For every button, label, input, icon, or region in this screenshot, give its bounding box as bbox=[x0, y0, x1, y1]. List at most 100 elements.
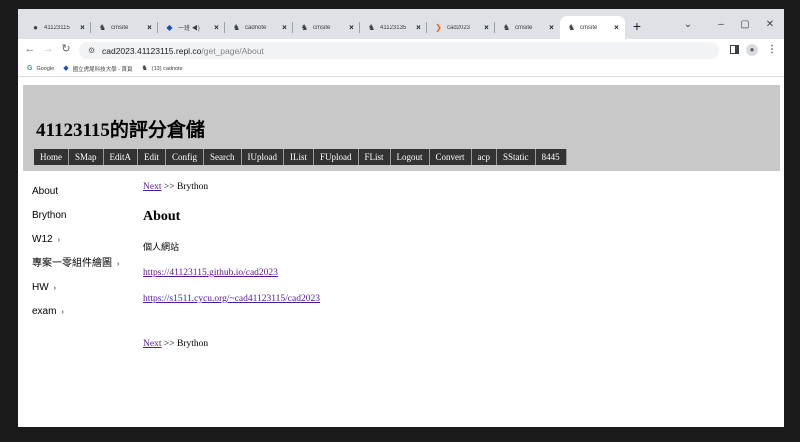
url-path: /get_page/About bbox=[201, 45, 264, 56]
tab-title: cmsite bbox=[580, 24, 598, 31]
browser-toolbar: ← → ↻ ⚙ cad2023.41123115.repl.co /get_pa… bbox=[18, 39, 784, 61]
close-icon[interactable]: × bbox=[482, 23, 491, 32]
tab-strip: ● 41123115 × ♞ cmsite × ◆ 一班 ◀) × ♞ cadn… bbox=[18, 9, 784, 39]
bookmarks-bar: G Google ◆ 國立虎尾科技大學 - 首頁 ♞ (13) cadnote bbox=[18, 61, 784, 77]
profile-avatar-icon[interactable]: ● bbox=[746, 44, 758, 56]
site-header: 41123115的評分倉儲 Home SMap EditA Edit Confi… bbox=[23, 85, 780, 171]
side-panel-icon[interactable] bbox=[730, 45, 739, 54]
tab-title: 41123135 bbox=[380, 24, 407, 31]
restore-icon[interactable]: ▢ bbox=[737, 18, 753, 32]
cms-icon: ♞ bbox=[300, 23, 309, 32]
page-heading: About bbox=[143, 209, 181, 224]
tab-search-icon[interactable]: ⌄ bbox=[680, 18, 696, 32]
menu-sstatic[interactable]: SStatic bbox=[497, 149, 536, 165]
more-menu-icon[interactable]: ⋮ bbox=[767, 43, 777, 56]
close-icon[interactable]: × bbox=[212, 23, 221, 32]
menu-edit[interactable]: Edit bbox=[138, 149, 167, 165]
close-icon[interactable]: × bbox=[414, 23, 423, 32]
menu-flist[interactable]: FList bbox=[358, 149, 391, 165]
chevron-right-icon: › bbox=[61, 309, 64, 316]
sidebar-item-brython[interactable]: Brython bbox=[32, 209, 152, 233]
tab-1[interactable]: ● 41123115 × bbox=[24, 16, 91, 39]
menu-home[interactable]: Home bbox=[34, 149, 69, 165]
bookmark-cadnote[interactable]: ♞ (13) cadnote bbox=[141, 65, 182, 73]
bookmark-school[interactable]: ◆ 國立虎尾科技大學 - 首頁 bbox=[63, 65, 132, 73]
tab-title: 41123115 bbox=[44, 24, 70, 31]
bookmark-label: (13) cadnote bbox=[151, 65, 183, 72]
close-icon[interactable]: × bbox=[280, 23, 289, 32]
page-description: 個人網站 bbox=[143, 243, 180, 253]
tab-6[interactable]: ♞ 41123135 × bbox=[360, 16, 427, 39]
menu-smap[interactable]: SMap bbox=[69, 149, 104, 165]
menu-acp[interactable]: acp bbox=[471, 149, 498, 165]
tab-4[interactable]: ♞ cadnote × bbox=[225, 16, 293, 39]
cms-icon: ♞ bbox=[141, 64, 148, 72]
site-title: 41123115的評分倉儲 bbox=[36, 120, 205, 141]
school-icon: ◆ bbox=[63, 64, 69, 72]
nav-separator: >> bbox=[163, 182, 175, 192]
tab-title: cad2023 bbox=[447, 24, 471, 31]
menu-8445[interactable]: 8445 bbox=[535, 149, 567, 165]
replit-icon: ❯ bbox=[435, 23, 442, 32]
site-menu-bar: Home SMap EditA Edit Config Search IUplo… bbox=[34, 149, 567, 165]
menu-ilist[interactable]: IList bbox=[284, 149, 315, 165]
cms-icon: ♞ bbox=[232, 23, 241, 32]
sidebar-item-label: W12 bbox=[32, 234, 53, 245]
close-icon[interactable]: × bbox=[612, 23, 621, 32]
tab-title: cmsite bbox=[111, 24, 129, 31]
google-icon: G bbox=[27, 64, 33, 72]
chevron-right-icon: › bbox=[57, 237, 60, 244]
sidebar-item-about[interactable]: About bbox=[32, 185, 152, 209]
site-info-icon[interactable]: ⚙ bbox=[88, 46, 97, 55]
sidebar-item-project[interactable]: 專案一零組件繪圖 › bbox=[32, 257, 152, 281]
nav-separator: >> bbox=[163, 339, 175, 349]
minimize-icon[interactable]: – bbox=[713, 18, 729, 32]
cycu-site-link[interactable]: https://s1511.cycu.org/~cad41123115/cad2… bbox=[143, 294, 320, 304]
cms-icon: ♞ bbox=[367, 23, 376, 32]
menu-fupload[interactable]: FUpload bbox=[314, 149, 359, 165]
url-host: cad2023.41123115.repl.co bbox=[102, 45, 202, 56]
sidebar-item-label: Brython bbox=[32, 210, 67, 221]
tab-8[interactable]: ♞ cmsite × bbox=[495, 16, 560, 39]
nav-target: Brython bbox=[176, 182, 209, 192]
sidebar-nav: About Brython W12 › 專案一零組件繪圖 › HW › exam › bbox=[32, 185, 152, 329]
github-pages-link[interactable]: https://41123115.github.io/cad2023 bbox=[143, 268, 278, 278]
new-tab-button[interactable]: + bbox=[630, 18, 644, 34]
tab-5[interactable]: ♞ cmsite × bbox=[293, 16, 360, 39]
sidebar-item-label: HW bbox=[32, 282, 49, 293]
next-link[interactable]: Next bbox=[143, 182, 161, 192]
close-icon[interactable]: × bbox=[145, 23, 154, 32]
bookmark-google[interactable]: G Google bbox=[27, 65, 54, 73]
tab-9-active[interactable]: ♞ cmsite × bbox=[560, 16, 625, 39]
bookmark-label: 國立虎尾科技大學 - 首頁 bbox=[72, 66, 133, 73]
close-icon[interactable]: × bbox=[347, 23, 356, 32]
menu-iupload[interactable]: IUpload bbox=[241, 149, 285, 165]
audio-tab-icon[interactable]: ◀) bbox=[192, 26, 200, 32]
address-bar[interactable]: ⚙ cad2023.41123115.repl.co /get_page/Abo… bbox=[79, 42, 719, 59]
menu-logout[interactable]: Logout bbox=[390, 149, 430, 165]
menu-edita[interactable]: EditA bbox=[103, 149, 139, 165]
reload-icon[interactable]: ↻ bbox=[60, 43, 72, 56]
tab-2[interactable]: ♞ cmsite × bbox=[91, 16, 158, 39]
chevron-right-icon: › bbox=[117, 261, 120, 268]
web-page: 41123115的評分倉儲 Home SMap EditA Edit Confi… bbox=[18, 79, 784, 427]
menu-convert[interactable]: Convert bbox=[429, 149, 472, 165]
tab-3[interactable]: ◆ 一班 ◀) × bbox=[158, 16, 225, 39]
tab-title: 一班 ◀) bbox=[178, 26, 200, 32]
forward-icon[interactable]: → bbox=[42, 43, 54, 56]
close-icon[interactable]: × bbox=[78, 23, 87, 32]
menu-search[interactable]: Search bbox=[204, 149, 242, 165]
window-close-icon[interactable]: ✕ bbox=[762, 18, 778, 32]
school-icon: ◆ bbox=[166, 23, 173, 32]
sidebar-item-w12[interactable]: W12 › bbox=[32, 233, 152, 257]
close-icon[interactable]: × bbox=[547, 23, 556, 32]
menu-config[interactable]: Config bbox=[166, 149, 205, 165]
page-nav-top: Next >> Brython bbox=[143, 182, 208, 192]
next-link[interactable]: Next bbox=[143, 339, 161, 349]
nav-target: Brython bbox=[176, 339, 209, 349]
sidebar-item-label: 專案一零組件繪圖 bbox=[32, 258, 112, 269]
back-icon[interactable]: ← bbox=[24, 43, 36, 56]
sidebar-item-exam[interactable]: exam › bbox=[32, 305, 152, 329]
sidebar-item-hw[interactable]: HW › bbox=[32, 281, 152, 305]
tab-7[interactable]: ❯ cad2023 × bbox=[427, 16, 495, 39]
